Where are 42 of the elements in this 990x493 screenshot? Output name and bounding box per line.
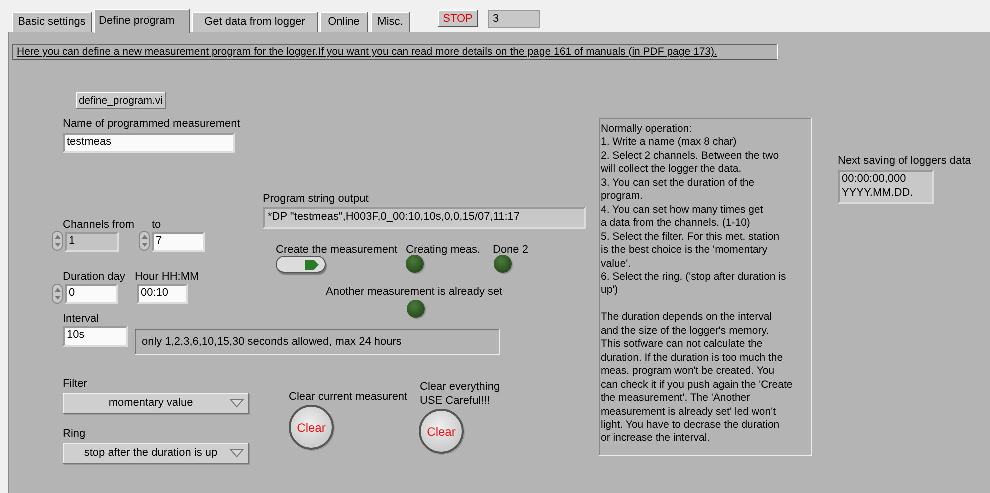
vi-button[interactable]: define_program.vi bbox=[76, 92, 166, 109]
tab[interactable]: Online bbox=[320, 12, 368, 32]
spinner-icon[interactable] bbox=[52, 231, 63, 251]
field-label: Duration day bbox=[63, 270, 126, 284]
play-arrow-icon bbox=[305, 258, 319, 270]
counter-field: 3 bbox=[488, 10, 540, 28]
field-label: Next saving of loggers data bbox=[838, 154, 972, 168]
tab[interactable]: Basic settings bbox=[12, 12, 92, 32]
input-field[interactable]: 7 bbox=[152, 232, 205, 252]
help-text: Normally operation: 1. Write a name (max 8 char) 2. Select 2 channels. Between the two will collect the logger the data. 3. You can set the duration of the program. 4. You can set how many times get a data from the channels. (1-10) 5. Select the filter. For this met. station is the best choice is the 'momentary value'. 6. Select the ring. ('stop after duration is up') The duration depends on the interval and the size of the logger's memory. This sotfware can not calculate the duration. If the duration is too much the meas. program won't be created. You can check it if you push again the 'Create the measurement'. The 'Another measurement is already set' led won't light. You have to decrase the duration or increase the interval. bbox=[599, 118, 812, 456]
spinner-icon[interactable] bbox=[139, 231, 150, 251]
spinner-icon[interactable] bbox=[52, 284, 63, 304]
output-field: *DP "testmeas",H003F,0_00:10,10s,0,0,15/07,11:17 bbox=[263, 207, 586, 229]
output-field: 00:00:00,000 YYYY.MM.DD. bbox=[838, 170, 934, 204]
toggle-switch[interactable] bbox=[276, 256, 326, 273]
field-label: Program string output bbox=[263, 192, 369, 206]
field-label: Hour HH:MM bbox=[135, 270, 200, 284]
input-field[interactable]: 10s bbox=[63, 326, 128, 347]
input-field[interactable]: 00:10 bbox=[137, 284, 188, 304]
field-label: Ring bbox=[63, 427, 86, 441]
description-text: Here you can define a new measurement program for the logger.If you want you can read more details on the page 161 of manuals (in PDF page 173). bbox=[12, 44, 778, 60]
tab[interactable]: Misc. bbox=[371, 12, 410, 32]
field-label: Clear current measurent bbox=[289, 390, 408, 404]
field-label: Creating meas. bbox=[406, 243, 481, 257]
field-label: Channels from bbox=[63, 218, 135, 232]
ring-dropdown[interactable]: stop after the duration is up bbox=[63, 443, 249, 464]
field-label: Create the measurement bbox=[276, 243, 398, 257]
field-label: Name of programmed measurement bbox=[63, 117, 240, 131]
field-label: to bbox=[152, 218, 162, 232]
field-label: Interval bbox=[63, 312, 100, 326]
filter-dropdown[interactable]: momentary value bbox=[63, 393, 249, 414]
note-text: only 1,2,3,6,10,15,30 seconds allowed, max 24 hours bbox=[135, 329, 500, 355]
dropdown-arrow-icon bbox=[230, 449, 244, 458]
field-label: Filter bbox=[63, 377, 88, 391]
field-label: Clear everything USE Careful!!! bbox=[420, 380, 500, 408]
field-label: Done 2 bbox=[493, 243, 528, 257]
input-field[interactable]: testmeas bbox=[63, 133, 235, 153]
input-field[interactable]: 0 bbox=[65, 284, 118, 304]
field-label: Another measurement is already set bbox=[326, 285, 503, 299]
tab[interactable]: Define program bbox=[94, 9, 190, 33]
dropdown-arrow-icon bbox=[230, 399, 244, 408]
tab[interactable]: Get data from logger bbox=[192, 12, 318, 32]
